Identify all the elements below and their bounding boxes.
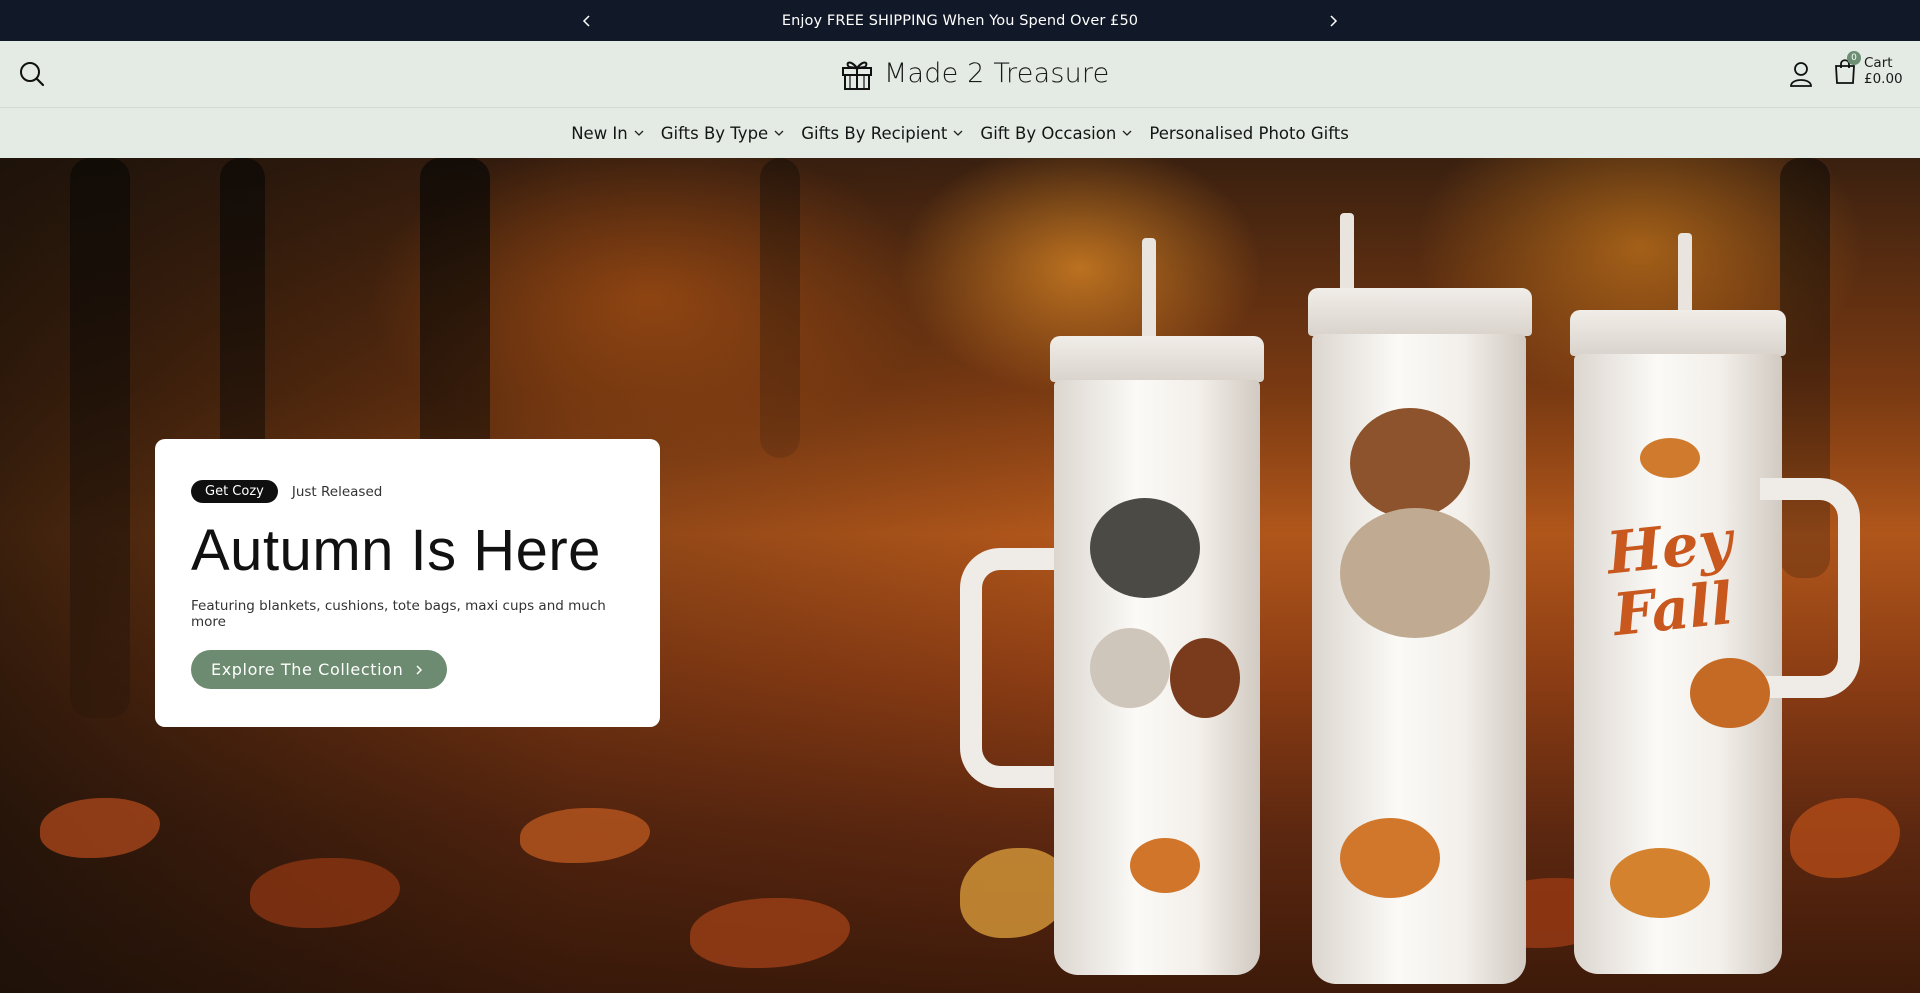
nav-item-new-in[interactable]: New In: [571, 124, 645, 143]
nav-item-personalised-photo-gifts[interactable]: Personalised Photo Gifts: [1149, 124, 1348, 143]
shopping-bag-icon: 0: [1832, 51, 1861, 85]
hero-title: Autumn Is Here: [191, 518, 601, 583]
nav-item-label: Gifts By Type: [660, 123, 769, 143]
hero-leaf: [520, 808, 650, 863]
hero-background-tree: [760, 158, 800, 458]
account-icon[interactable]: [1789, 61, 1813, 87]
cart-label: Cart: [1864, 55, 1893, 71]
cart-count-badge: 0: [1847, 51, 1861, 65]
brand-name: Made 2 Treasure: [884, 57, 1110, 89]
hero-background-tree: [70, 158, 130, 718]
nav-item-label: New In: [571, 123, 628, 143]
announcement-bar: Enjoy FREE SHIPPING When You Spend Over …: [0, 0, 1920, 41]
cart-text: Cart £0.00: [1864, 55, 1903, 87]
main-nav: New In Gifts By Type Gifts By Recipient …: [0, 107, 1920, 158]
explore-collection-button[interactable]: Explore The Collection: [191, 650, 448, 689]
nav-item-gifts-by-recipient[interactable]: Gifts By Recipient: [801, 124, 964, 143]
chevron-down-icon: [953, 130, 963, 136]
site-header: Made 2 Treasure 0 Cart £0.00: [0, 41, 1920, 107]
chevron-down-icon: [774, 130, 784, 136]
hero-subtag: Just Released: [291, 483, 383, 500]
nav-item-gifts-by-type[interactable]: Gifts By Type: [661, 124, 785, 143]
hero-description: Featuring blankets, cushions, tote bags,…: [191, 598, 606, 630]
gift-icon: [840, 55, 874, 91]
nav-item-label: Gifts By Recipient: [801, 123, 948, 143]
hero-tags: Get Cozy Just Released: [191, 480, 624, 503]
hero-card: Get Cozy Just Released Autumn Is Here Fe…: [155, 439, 660, 727]
tumbler-text-fall: Fall: [1610, 569, 1737, 650]
nav-item-label: Personalised Photo Gifts: [1149, 123, 1349, 143]
nav-item-gift-by-occasion[interactable]: Gift By Occasion: [980, 124, 1133, 143]
chevron-right-icon: [416, 664, 423, 675]
site-logo[interactable]: Made 2 Treasure: [840, 53, 1109, 93]
cart-total: £0.00: [1864, 71, 1903, 87]
hero-leaf: [250, 858, 400, 928]
chevron-down-icon: [1122, 130, 1132, 136]
cart-button[interactable]: 0 Cart £0.00: [1832, 51, 1903, 87]
hero-leaf: [690, 898, 850, 968]
chevron-right-icon[interactable]: [1324, 12, 1342, 30]
hero-leaf: [40, 798, 160, 858]
nav-item-label: Gift By Occasion: [980, 123, 1117, 143]
chevron-down-icon: [634, 130, 644, 136]
cta-label: Explore The Collection: [211, 660, 404, 679]
search-icon[interactable]: [18, 60, 46, 88]
hero-leaf: [1790, 798, 1900, 878]
chevron-left-icon[interactable]: [578, 12, 596, 30]
hero-tag-pill: Get Cozy: [191, 480, 278, 503]
hero-banner: Hey Fall Get Cozy Just Released Autumn I…: [0, 158, 1920, 993]
announcement-message: Enjoy FREE SHIPPING When You Spend Over …: [781, 12, 1139, 29]
